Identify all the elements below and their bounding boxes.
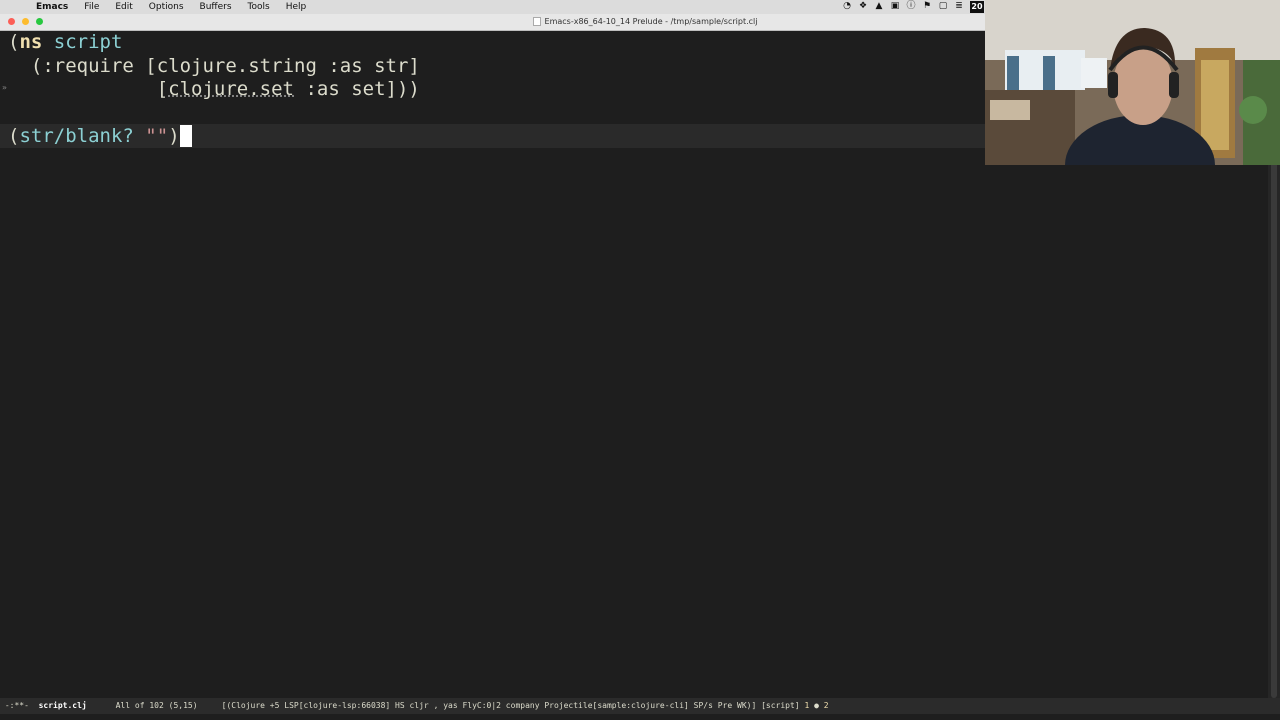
major-minor-modes[interactable]: [(Clojure +5 LSP[clojure-lsp:66038] HS c…	[222, 701, 757, 710]
buffer-status: -:**-	[4, 701, 29, 710]
buffer-name[interactable]: script.clj	[39, 701, 87, 710]
upload-icon[interactable]: ▲	[874, 1, 884, 11]
info-icon[interactable]: ⓘ	[906, 1, 916, 11]
menu-help[interactable]: Help	[286, 0, 307, 14]
project-name[interactable]: [script]	[761, 701, 800, 710]
window-icon[interactable]: ▢	[938, 1, 948, 11]
time-machine-icon[interactable]: ◔	[842, 1, 852, 11]
lock-icon[interactable]: ▣	[890, 1, 900, 11]
code-line-5[interactable]: (str/blank? "")	[8, 125, 192, 148]
menu-options[interactable]: Options	[149, 0, 184, 14]
flycheck-errors[interactable]: 1	[804, 701, 809, 710]
mode-line: -:**- script.clj All of 102 (5,15) [(Clo…	[0, 698, 1280, 714]
menu-file[interactable]: File	[84, 0, 99, 14]
flycheck-icon: ●	[814, 701, 819, 710]
calendar-badge[interactable]: 20	[970, 1, 984, 13]
status-tray: ◔ ❖ ▲ ▣ ⓘ ⚑ ▢ ≣ ◯	[842, 1, 980, 11]
server-icon[interactable]: ≣	[954, 1, 964, 11]
buffer-position: All of 102	[115, 701, 164, 710]
menu-buffers[interactable]: Buffers	[200, 0, 232, 14]
document-icon	[532, 17, 541, 26]
webcam-image	[985, 0, 1280, 165]
flycheck-warnings[interactable]: 2	[824, 701, 829, 710]
minibuffer[interactable]	[0, 714, 1280, 720]
webcam-overlay	[985, 0, 1280, 165]
window-title-bar: Emacs-x86_64-10_14 Prelude - /tmp/sample…	[0, 14, 985, 31]
flag-icon[interactable]: ⚑	[922, 1, 932, 11]
cursor-position: (5,15)	[168, 701, 198, 710]
text-cursor	[179, 125, 192, 147]
code-line-1[interactable]: (ns script	[8, 31, 122, 54]
dropbox-icon[interactable]: ❖	[858, 1, 868, 11]
app-menus: Emacs File Edit Options Buffers Tools He…	[36, 0, 306, 14]
menu-edit[interactable]: Edit	[115, 0, 132, 14]
fringe-indicator-icon: »	[2, 83, 7, 92]
menu-emacs[interactable]: Emacs	[36, 0, 68, 14]
code-line-2[interactable]: (:require [clojure.string :as str]	[8, 55, 420, 78]
code-line-3[interactable]: [clojure.set :as set]))	[8, 78, 420, 101]
menu-tools[interactable]: Tools	[248, 0, 270, 14]
